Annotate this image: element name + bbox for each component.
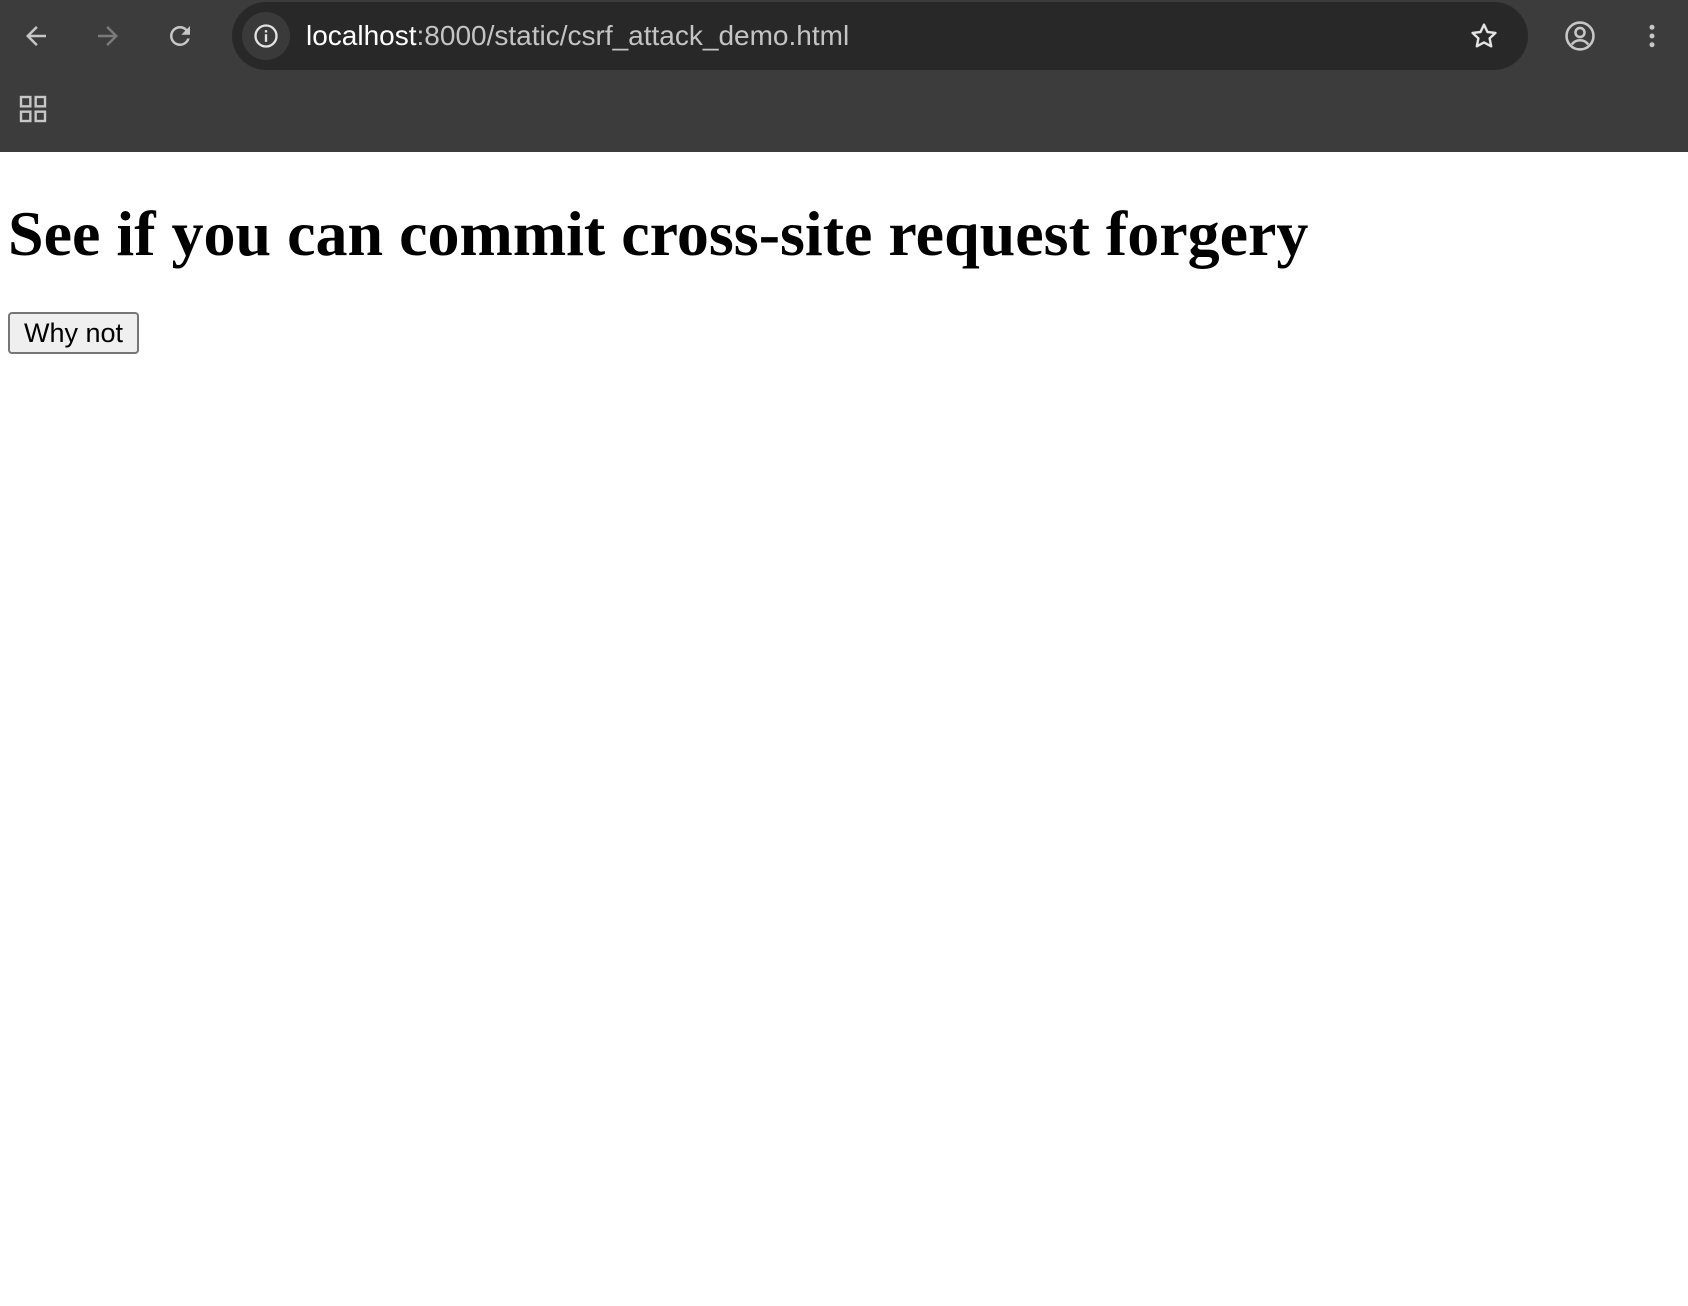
arrow-right-icon xyxy=(98,26,118,46)
arrow-left-icon xyxy=(26,26,46,46)
url-path: :8000/static/csrf_attack_demo.html xyxy=(416,20,850,51)
apps-button[interactable] xyxy=(10,86,56,132)
bookmarks-bar xyxy=(0,78,1688,140)
address-bar[interactable]: localhost:8000/static/csrf_attack_demo.h… xyxy=(232,2,1528,70)
url-host: localhost xyxy=(306,20,417,51)
reload-icon xyxy=(170,25,190,46)
why-not-button[interactable]: Why not xyxy=(8,312,140,354)
account-circle-icon xyxy=(1565,21,1595,51)
reload-button[interactable] xyxy=(156,12,204,60)
star-icon xyxy=(1471,23,1497,48)
site-info-button[interactable] xyxy=(242,12,290,60)
info-icon xyxy=(254,24,278,48)
browser-menu-button[interactable] xyxy=(1628,12,1676,60)
browser-chrome: localhost:8000/static/csrf_attack_demo.h… xyxy=(0,0,1688,152)
page-content: See if you can commit cross-site request… xyxy=(0,152,1688,1306)
url-text[interactable]: localhost:8000/static/csrf_attack_demo.h… xyxy=(306,2,849,70)
kebab-menu-icon xyxy=(1649,24,1655,48)
profile-button[interactable] xyxy=(1556,12,1604,60)
browser-toolbar: localhost:8000/static/csrf_attack_demo.h… xyxy=(0,0,1688,72)
bookmark-button[interactable] xyxy=(1460,12,1508,60)
back-button[interactable] xyxy=(12,12,60,60)
apps-grid-icon xyxy=(19,95,47,123)
forward-button[interactable] xyxy=(84,12,132,60)
page-title: See if you can commit cross-site request… xyxy=(8,198,1309,269)
